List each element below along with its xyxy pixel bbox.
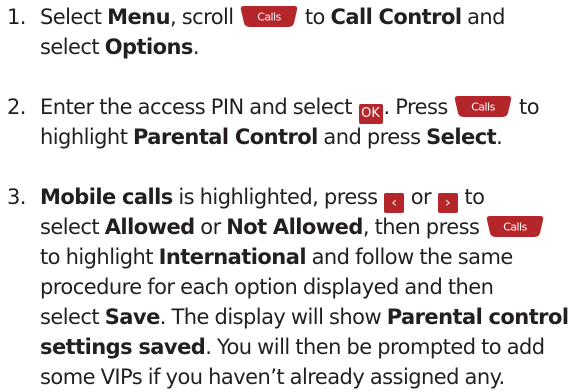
step-text: , scroll: [169, 5, 240, 29]
step-text: .: [496, 125, 503, 149]
step-text: or: [405, 185, 437, 209]
step-line: select Options.: [0, 32, 572, 62]
step-text: select: [40, 305, 105, 329]
step-text: and follow the same: [305, 245, 514, 269]
step-line: to highlight International and follow th…: [0, 242, 572, 272]
step-line: select Save. The display will show Paren…: [0, 302, 572, 332]
step-text: Enter the access PIN and select: [40, 95, 358, 119]
step-bold-term: Options: [104, 35, 194, 59]
step-text: .: [192, 35, 200, 59]
instruction-step: 2. Enter the access PIN and select OK. Pr…: [0, 92, 572, 152]
step-text: . You will then be prompted to add: [205, 335, 545, 359]
step-bold-term: Menu: [107, 5, 170, 29]
calls-key-label: Calls: [503, 221, 527, 234]
step-text: or: [194, 215, 227, 239]
step-line: settings saved. You will then be prompte…: [0, 332, 572, 362]
step-bold-term: Save: [104, 305, 161, 329]
step-text: and press: [317, 125, 427, 149]
step-line: some VIPs if you haven’t already assigne…: [0, 362, 572, 392]
step-bold-term: Mobile calls: [40, 185, 173, 209]
step-bold-term: International: [158, 245, 307, 269]
step-line: highlight Parental Control and press Sel…: [0, 122, 572, 152]
step-number: 3.: [7, 185, 26, 209]
step-text: procedure for each option displayed and …: [40, 275, 494, 299]
step-line: 2. Enter the access PIN and select OK. Pr…: [0, 92, 572, 124]
step-text: select: [40, 215, 105, 239]
step-line: select Allowed or Not Allowed, then pres…: [0, 212, 572, 242]
calls-key-label: Calls: [472, 101, 496, 114]
instruction-step: 1. Select Menu, scroll Calls to Call Cont…: [0, 2, 572, 62]
right-arrow-key-icon: ›: [437, 193, 458, 213]
step-text: , then press: [362, 215, 485, 239]
step-text: highlight: [40, 125, 134, 149]
step-line: 1. Select Menu, scroll Calls to Call Cont…: [0, 2, 572, 32]
step-text: to: [299, 5, 331, 29]
step-bold-term: Not Allowed: [226, 215, 363, 239]
step-bold-term: Select: [426, 125, 497, 149]
step-text: some VIPs if you haven’t already assigne…: [40, 365, 505, 389]
left-arrow-key-icon: ‹: [384, 193, 405, 213]
step-bold-term: Allowed: [104, 215, 195, 239]
step-text: . Press: [383, 95, 454, 119]
step-text: . The display will show: [159, 305, 387, 329]
step-bold-term: Call Control: [330, 5, 462, 29]
step-text: to: [458, 185, 485, 209]
step-bold-term: settings saved: [40, 335, 206, 359]
instruction-steps: 1. Select Menu, scroll Calls to Call Cont…: [0, 0, 572, 389]
ok-key-icon: OK: [358, 104, 383, 124]
step-text: select: [40, 35, 105, 59]
step-bold-term: Parental control: [386, 305, 569, 329]
step-text: Select: [40, 5, 108, 29]
step-number: 1.: [7, 5, 26, 29]
step-text: to highlight: [40, 245, 159, 269]
step-line: 3. Mobile calls is highlighted, press ‹ o…: [0, 182, 572, 213]
step-text: to: [513, 95, 540, 119]
step-line: procedure for each option displayed and …: [0, 272, 572, 302]
step-text: and: [461, 5, 505, 29]
calls-key-icon: Calls: [486, 216, 544, 237]
calls-key-icon: Calls: [240, 6, 298, 27]
step-number: 2.: [7, 95, 26, 119]
step-bold-term: Parental Control: [133, 125, 318, 149]
instruction-step: 3. Mobile calls is highlighted, press ‹ o…: [0, 182, 572, 392]
step-text: is highlighted, press: [172, 185, 384, 209]
calls-key-icon: Calls: [454, 96, 512, 117]
calls-key-label: Calls: [257, 11, 281, 24]
